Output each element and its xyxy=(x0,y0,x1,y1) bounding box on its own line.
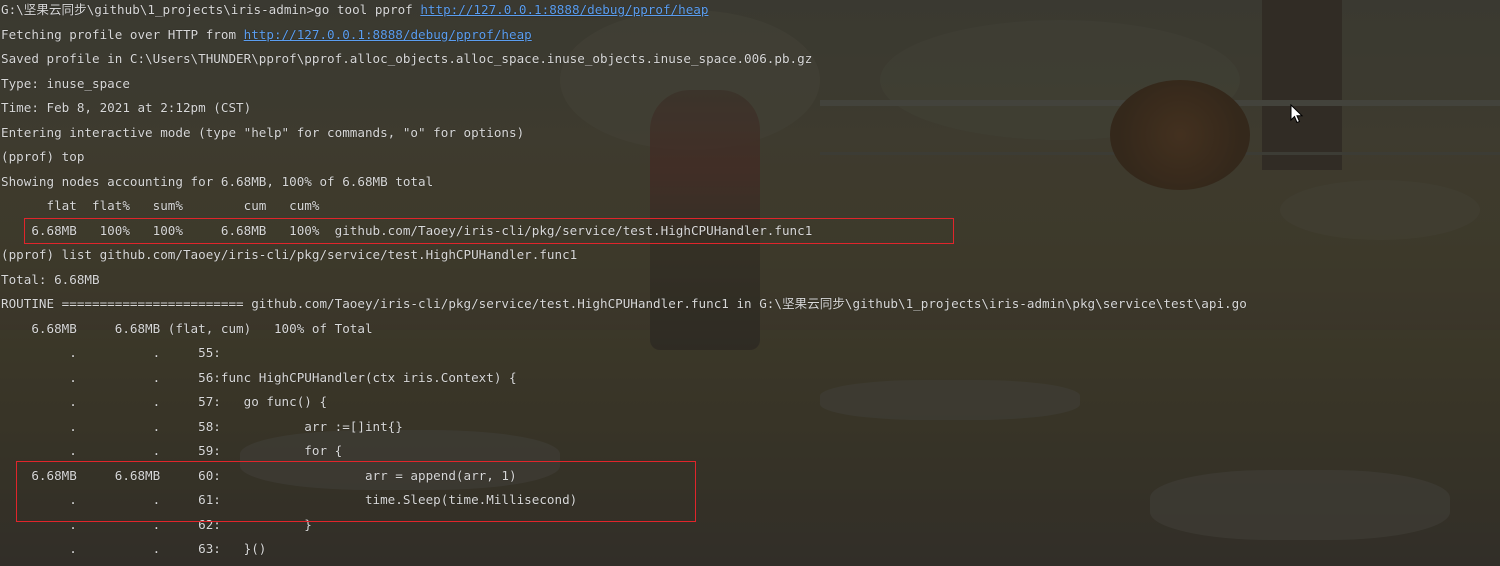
hot-lines-highlight-box xyxy=(16,461,696,522)
terminal-line-pprof-list: (pprof) list github.com/Taoey/iris-cli/p… xyxy=(1,247,578,262)
terminal-line-routine: ROUTINE ======================== github.… xyxy=(1,296,1247,311)
terminal-line-showing-nodes: Showing nodes accounting for 6.68MB, 100… xyxy=(1,173,434,189)
terminal-line-fetching: Fetching profile over HTTP from http://1… xyxy=(1,25,532,45)
terminal-line-type: Type: inuse_space xyxy=(1,75,130,91)
top-row-highlight-box xyxy=(24,218,954,244)
source-line-58: . . 58: arr :=[]int{} xyxy=(1,418,403,434)
terminal-output[interactable]: G:\坚果云同步\github\1_projects\iris-admin>go… xyxy=(0,0,1500,566)
source-line-55: . . 55: xyxy=(1,345,221,360)
fetching-text: Fetching profile over HTTP from xyxy=(1,26,244,42)
terminal-line-flat-cum-summary: 6.68MB 6.68MB (flat, cum) 100% of Total xyxy=(1,320,373,336)
top-table-header: flat flat% sum% cum cum% xyxy=(1,198,320,213)
command-text: G:\坚果云同步\github\1_projects\iris-admin>go… xyxy=(1,2,421,17)
terminal-line-command: G:\坚果云同步\github\1_projects\iris-admin>go… xyxy=(1,0,708,20)
terminal-line-pprof-top: (pprof) top xyxy=(1,149,85,164)
source-line-63: . . 63: }() xyxy=(1,541,267,556)
arrow-cursor-icon xyxy=(1290,104,1304,124)
terminal-line-saved-profile: Saved profile in C:\Users\THUNDER\pprof\… xyxy=(1,51,813,66)
heap-profile-link[interactable]: http://127.0.0.1:8888/debug/pprof/heap xyxy=(420,2,708,17)
terminal-line-time: Time: Feb 8, 2021 at 2:12pm (CST) xyxy=(1,100,252,115)
fetch-url-link[interactable]: http://127.0.0.1:8888/debug/pprof/heap xyxy=(244,27,532,42)
source-line-57: . . 57: go func() { xyxy=(1,394,328,409)
terminal-line-interactive-mode: Entering interactive mode (type "help" f… xyxy=(1,124,525,140)
source-line-56: . . 56:func HighCPUHandler(ctx iris.Cont… xyxy=(1,369,517,385)
terminal-line-total: Total: 6.68MB xyxy=(1,271,100,287)
source-line-59: . . 59: for { xyxy=(1,443,343,458)
